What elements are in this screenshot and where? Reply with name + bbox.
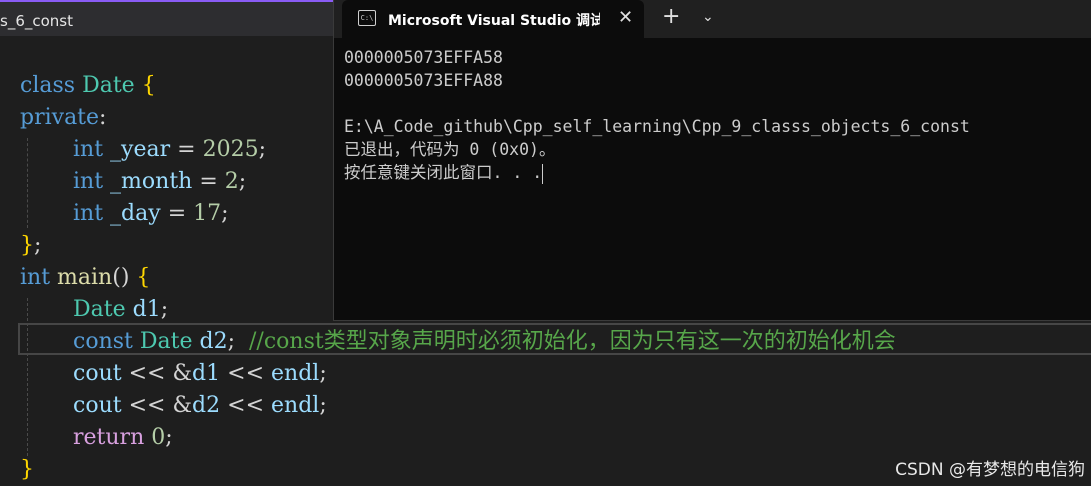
code-line-1: class Date { <box>20 73 156 98</box>
code-line-5: int _day = 17; <box>73 201 229 226</box>
code-line-4: int _month = 2; <box>73 169 247 194</box>
console-line: 0000005073EFFA58 <box>344 48 503 67</box>
console-line-prompt: 按任意键关闭此窗口. . . <box>344 161 970 184</box>
console-line: 0000005073EFFA88 <box>344 71 503 90</box>
code-line-6: }; <box>20 233 42 258</box>
console-line: E:\A_Code_github\Cpp_self_learning\Cpp_9… <box>344 117 970 136</box>
text-cursor <box>542 163 544 184</box>
code-line-12: return 0; <box>73 425 173 450</box>
close-icon[interactable]: ✕ <box>618 7 633 28</box>
console-output: 0000005073EFFA58 0000005073EFFA88 E:\A_C… <box>344 46 970 184</box>
code-line-10: cout << &d1 << endl; <box>73 361 327 386</box>
code-line-9: const Date d2; //const类型对象声明时必须初始化，因为只有这… <box>73 329 896 354</box>
debug-console-window[interactable]: C:\ Microsoft Visual Studio 调试控制台 ✕ + ⌄ … <box>333 0 1091 321</box>
console-prompt-text: 按任意键关闭此窗口. . . <box>344 163 543 182</box>
console-title-bar: C:\ Microsoft Visual Studio 调试控制台 ✕ + ⌄ <box>334 0 1091 38</box>
indent-guide <box>27 298 28 456</box>
new-tab-button[interactable]: + <box>662 4 680 29</box>
csdn-watermark: CSDN @有梦想的电信狗 <box>895 460 1085 480</box>
code-line-3: int _year = 2025; <box>73 137 266 162</box>
code-line-2: private: <box>20 105 107 130</box>
code-line-11: cout << &d2 << endl; <box>73 393 327 418</box>
console-tab[interactable]: C:\ Microsoft Visual Studio 调试控制台 ✕ <box>342 0 644 38</box>
console-line: 已退出，代码为 0 (0x0)。 <box>344 140 556 159</box>
chevron-down-icon[interactable]: ⌄ <box>702 9 714 25</box>
console-tab-title: Microsoft Visual Studio 调试控制台 <box>388 13 600 29</box>
indent-guide <box>27 138 28 228</box>
editor-tab[interactable]: s_6_const <box>0 0 333 36</box>
code-line-8: Date d1; <box>73 297 169 322</box>
terminal-icon: C:\ <box>358 10 376 26</box>
code-line-13: } <box>20 457 34 482</box>
code-line-7: int main() { <box>20 265 151 290</box>
editor-tab-label: s_6_const <box>0 12 73 30</box>
